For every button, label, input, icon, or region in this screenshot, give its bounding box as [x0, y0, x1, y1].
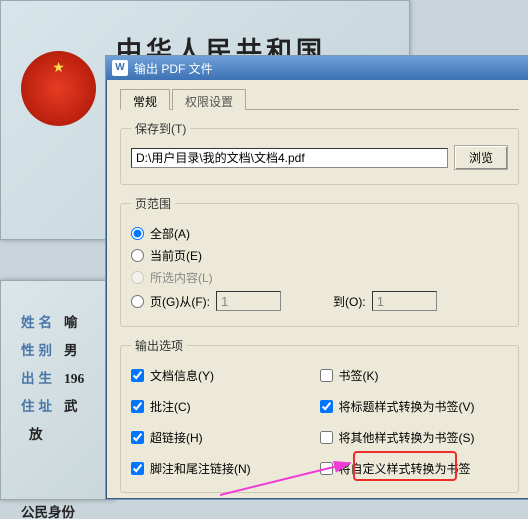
tab-permissions[interactable]: 权限设置	[172, 89, 246, 110]
checkbox-icon[interactable]	[131, 431, 144, 444]
checkbox-icon[interactable]	[320, 431, 333, 444]
national-emblem-icon	[21, 51, 96, 126]
export-pdf-dialog: W 输出 PDF 文件 常规 权限设置 保存到(T) 浏览 页范围 全部(A) …	[105, 55, 528, 500]
pages-to-label: 到(O):	[333, 293, 366, 310]
app-icon: W	[112, 60, 128, 76]
checkbox-icon[interactable]	[320, 400, 333, 413]
range-pages-radio[interactable]	[131, 295, 144, 308]
id-card-back: 姓名喻 性别男 出生196 住址武 放 公民身份	[0, 280, 115, 500]
checkbox-icon[interactable]	[131, 369, 144, 382]
opt-footnotes[interactable]: 脚注和尾注链接(N)	[131, 460, 320, 477]
pages-from-input	[216, 291, 281, 311]
output-options-legend: 输出选项	[131, 337, 187, 354]
id-footer: 公民身份	[21, 501, 114, 519]
radio-icon	[131, 271, 144, 284]
range-current-radio[interactable]: 当前页(E)	[131, 247, 508, 264]
radio-label: 全部(A)	[150, 225, 190, 242]
page-range-group: 页范围 全部(A) 当前页(E) 所选内容(L) 页(G)从(F): 到(O):	[120, 195, 519, 327]
opt-bookmarks[interactable]: 书签(K)	[320, 367, 509, 384]
output-options-group: 输出选项 文档信息(Y) 书签(K) 批注(C) 将标题样式转换为书签(V) 超…	[120, 337, 519, 493]
id-row: 姓名喻	[21, 311, 114, 329]
checkbox-icon[interactable]	[320, 462, 333, 475]
id-row: 出生196	[21, 367, 114, 385]
save-to-group: 保存到(T) 浏览	[120, 120, 519, 185]
id-row: 住址武	[21, 395, 114, 413]
opt-custom-to-bm[interactable]: 将自定义样式转换为书签	[320, 460, 509, 477]
radio-icon[interactable]	[131, 227, 144, 240]
opt-title-to-bm[interactable]: 将标题样式转换为书签(V)	[320, 398, 509, 415]
tab-general[interactable]: 常规	[120, 89, 170, 110]
pages-to-input	[372, 291, 437, 311]
checkbox-icon[interactable]	[131, 462, 144, 475]
checkbox-icon[interactable]	[320, 369, 333, 382]
range-all-radio[interactable]: 全部(A)	[131, 225, 508, 242]
browse-button[interactable]: 浏览	[454, 145, 508, 170]
save-path-input[interactable]	[131, 148, 448, 168]
title-bar[interactable]: W 输出 PDF 文件	[106, 56, 528, 80]
opt-docinfo[interactable]: 文档信息(Y)	[131, 367, 320, 384]
radio-label: 当前页(E)	[150, 247, 202, 264]
save-to-legend: 保存到(T)	[131, 120, 190, 137]
checkbox-icon[interactable]	[131, 400, 144, 413]
id-row: 性别男	[21, 339, 114, 357]
radio-label: 所选内容(L)	[150, 269, 213, 286]
opt-other-to-bm[interactable]: 将其他样式转换为书签(S)	[320, 429, 509, 446]
page-range-legend: 页范围	[131, 195, 175, 212]
opt-comments[interactable]: 批注(C)	[131, 398, 320, 415]
range-selection-radio: 所选内容(L)	[131, 269, 508, 286]
tab-strip: 常规 权限设置	[120, 88, 519, 110]
range-pages-row: 页(G)从(F): 到(O):	[131, 291, 508, 311]
id-row: 放	[21, 423, 114, 441]
opt-hyperlinks[interactable]: 超链接(H)	[131, 429, 320, 446]
pages-from-label: 页(G)从(F):	[150, 293, 210, 310]
dialog-title: 输出 PDF 文件	[134, 60, 213, 77]
radio-icon[interactable]	[131, 249, 144, 262]
